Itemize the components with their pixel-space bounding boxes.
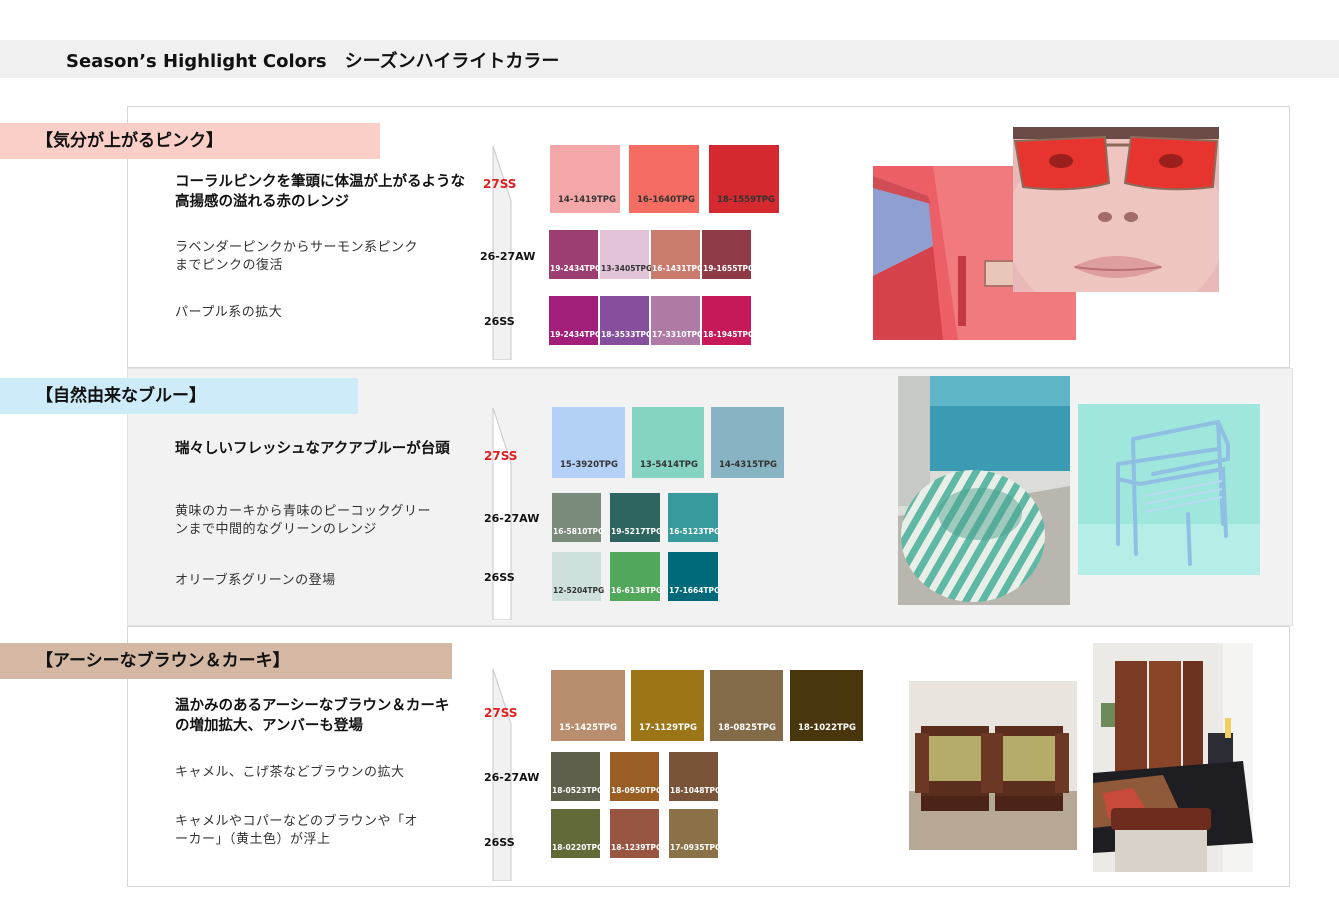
color-swatch: 15-1425TPG [551,670,625,741]
color-swatch: 17-1129TPG [631,670,704,741]
color-swatch: 15-3920TPG [552,407,625,478]
color-swatch: 18-3533TPG [600,296,652,345]
season-label-2627aw: 26-27AW [484,512,540,525]
color-swatch: 18-0950TPG [610,752,662,801]
color-swatch: 17-1664TPG [668,552,720,601]
bedroom-interior-photo [1093,643,1253,872]
page-title: Season’s Highlight Colors シーズンハイライトカラー [66,51,560,72]
color-swatch: 13-3405TPG [600,230,652,279]
headline-pink: コーラルピンクを筆頭に体温が上がるような高揚感の溢れる赤のレンジ [175,174,465,210]
color-swatch: 14-1419TPG [550,145,620,213]
note-pink-2: パープル系の拡大 [175,305,283,320]
note-brown-2: キャメルやコパーなどのブラウンや「オーカー」（黄土色）が浮上 [175,814,419,847]
color-swatch: 19-1655TPG [702,230,754,279]
color-swatch: 16-1431TPG [651,230,703,279]
section-tag-brown: 【アーシーなブラウン＆カーキ】 [0,643,452,679]
note-pink-1: ラベンダーピンクからサーモン系ピンクまでピンクの復活 [175,240,419,273]
season-label-27ss: 27SS [484,449,518,463]
color-swatch: 18-1559TPG [709,145,779,213]
leather-armchairs-photo [909,681,1077,850]
color-swatch: 18-1945TPG [702,296,754,345]
section-tag-blue: 【自然由来なブルー】 [0,378,358,414]
color-swatch: 19-2434TPG [549,296,601,345]
blue-chair-photo [1078,404,1260,575]
color-swatch: 18-1239TPG [610,809,662,858]
season-label-27ss: 27SS [484,706,518,720]
season-label-2627aw: 26-27AW [480,250,536,263]
color-swatch: 18-1048TPG [669,752,721,801]
red-sunglasses-face-photo [1013,127,1219,292]
striped-chair-photo [898,376,1070,605]
color-swatch: 16-6138TPG [610,552,662,601]
color-swatch: 13-5414TPG [632,407,704,478]
season-label-26ss: 26SS [484,836,515,849]
color-swatch: 16-1640TPG [629,145,699,213]
color-swatch: 16-5123TPG [668,493,720,542]
color-swatch: 19-2434TPG [549,230,601,279]
color-swatch: 14-4315TPG [711,407,784,478]
color-swatch: 16-5810TPG [552,493,604,542]
note-blue-2: オリーブ系グリーンの登場 [175,573,336,588]
season-label-26ss: 26SS [484,315,515,328]
season-label-2627aw: 26-27AW [484,771,540,784]
color-swatch: 17-0935TPG [669,809,721,858]
color-swatch: 19-5217TPG [610,493,662,542]
season-label-26ss: 26SS [484,571,515,584]
season-label-27ss: 27SS [483,177,517,191]
note-brown-1: キャメル、こげ茶などブラウンの拡大 [175,765,405,780]
color-swatch: 18-0825TPG [710,670,783,741]
title-bar: Season’s Highlight Colors シーズンハイライトカラー [0,40,1339,78]
color-swatch: 18-1022TPG [790,670,863,741]
color-swatch: 17-3310TPG [651,296,703,345]
note-blue-1: 黄味のカーキから青味のピーコックグリーンまで中間的なグリーンのレンジ [175,504,431,537]
color-swatch: 18-0220TPG [551,809,603,858]
headline-brown: 温かみのあるアーシーなブラウン＆カーキの増加拡大、アンバーも登場 [175,698,450,734]
headline-blue: 瑞々しいフレッシュなアクアブルーが台頭 [175,441,450,457]
color-swatch: 18-0523TPG [551,752,603,801]
section-tag-pink: 【気分が上がるピンク】 [0,123,380,159]
color-swatch: 12-5204TPG [552,552,604,601]
